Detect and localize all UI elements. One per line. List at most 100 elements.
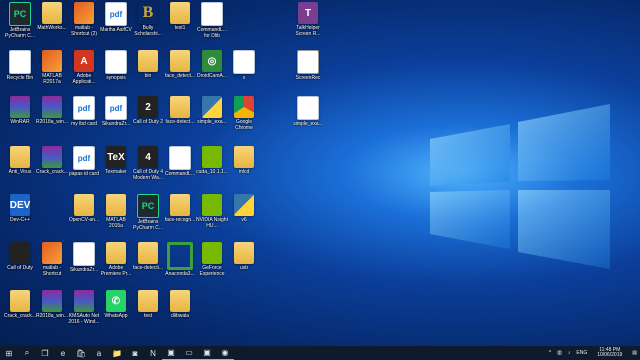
desktop-icon-image — [201, 2, 223, 26]
desktop-icon-image: TeX — [106, 146, 126, 168]
desktop-icon[interactable]: pdf my lbd card — [68, 96, 100, 127]
camera-icon[interactable]: ◙ — [126, 346, 144, 360]
desktop-icon[interactable]: test — [132, 290, 164, 319]
task-view-icon[interactable]: ❐ — [36, 346, 54, 360]
file-explorer-2-icon[interactable]: ▭ — [180, 346, 198, 360]
tray-chevron-icon[interactable]: ^ — [546, 350, 554, 356]
desktop-icon-image — [170, 290, 190, 312]
desktop-icon[interactable]: 4 Call of Duty 4 Modern Wa... — [132, 146, 164, 181]
screenrec-taskbar-icon[interactable]: ▣ — [198, 346, 216, 360]
desktop-icon[interactable]: usb — [228, 242, 260, 271]
desktop-icon[interactable]: matlab - Shortcut — [36, 242, 68, 277]
desktop-icon[interactable]: pdf SikundraZr... — [100, 96, 132, 127]
amazon-icon[interactable]: a — [90, 346, 108, 360]
desktop-icon-label: face_detect... — [164, 73, 196, 79]
desktop-icon-image: PC — [9, 2, 31, 26]
desktop-icon-label: face-recogn... — [164, 217, 196, 223]
desktop-icon-label: Bully Scholarshi... — [134, 25, 162, 37]
chrome-taskbar-icon[interactable]: ◉ — [216, 346, 234, 360]
desktop-icon[interactable]: pdf Mariha AsifCV — [100, 2, 132, 33]
desktop-icon[interactable]: Call of Duty — [4, 242, 36, 271]
desktop-icon[interactable]: cuda_10.1.1... — [196, 146, 228, 175]
desktop-icon-image: pdf — [73, 146, 95, 170]
desktop-icon[interactable]: 2 Call of Duty 2 — [132, 96, 164, 125]
desktop-icon[interactable]: Adobe Premiere Pr... — [100, 242, 132, 277]
desktop-icon[interactable]: Google Chrome — [228, 96, 260, 131]
desktop-icon[interactable]: test1 — [164, 2, 196, 31]
search-icon[interactable]: ⌕ — [18, 346, 36, 360]
desktop-icon-image — [42, 242, 62, 264]
desktop-icon[interactable]: PC JetBrains PyCharm C... — [132, 194, 164, 231]
desktop-icon[interactable]: ScreenRec — [292, 50, 324, 81]
start-icon[interactable]: ⊞ — [0, 346, 18, 360]
file-explorer-icon[interactable]: 📁 — [108, 346, 126, 360]
notifications-icon[interactable]: ▤ — [629, 350, 640, 356]
desktop-icon-label: DroidCamA... — [196, 73, 227, 79]
desktop-icon[interactable]: Crack_crack... — [36, 146, 68, 175]
desktop-icon[interactable]: face-detecti... — [132, 242, 164, 271]
desktop-icon[interactable]: CommandL... for Dlib — [196, 2, 228, 39]
clock[interactable]: 11:48 PM 10/06/2019 — [590, 348, 629, 358]
desktop: PC JetBrains PyCharm C... MathWorks... matl… — [0, 0, 640, 346]
desktop-icon[interactable]: simple_exa... — [196, 96, 228, 125]
desktop-icon[interactable]: Crack_crack... — [4, 290, 36, 319]
desktop-icon-label: Recycle Bin — [6, 75, 34, 81]
desktop-icon[interactable]: A Adobe Applicati... — [68, 50, 100, 85]
desktop-icon[interactable]: B Bully Scholarshi... — [132, 2, 164, 37]
desktop-icon[interactable]: TeX Texmaker — [100, 146, 132, 175]
desktop-icon[interactable]: MathWorks... — [36, 2, 68, 31]
desktop-icon[interactable]: dlibwala — [164, 290, 196, 319]
netflix-icon[interactable]: N — [144, 346, 162, 360]
desktop-icon-image — [74, 194, 94, 216]
desktop-icon-label: papas id card — [68, 171, 100, 177]
desktop-icon[interactable]: KMSAuto Net 2016 - Wind... — [68, 290, 100, 325]
desktop-icon[interactable]: face-detect... — [164, 96, 196, 125]
desktop-icon[interactable]: ✆ WhatsApp — [100, 290, 132, 319]
desktop-icon-label: JetBrains PyCharm C... — [132, 219, 163, 231]
desktop-icon-label: simple_exa... — [197, 119, 227, 125]
desktop-icon[interactable]: mlcd — [228, 146, 260, 175]
desktop-icon[interactable]: OpenCV-an... — [68, 194, 100, 223]
edge-icon[interactable]: e — [54, 346, 72, 360]
desktop-icon[interactable]: T TalkHelper Screen R... — [292, 2, 324, 37]
desktop-icon[interactable]: synopsis — [100, 50, 132, 81]
desktop-icon[interactable]: simple_exa... — [292, 96, 324, 127]
network-icon[interactable]: ▥ — [554, 350, 565, 356]
desktop-icon-label: MATLAB R2017a — [42, 73, 62, 85]
pycharm-taskbar-icon[interactable]: ▣ — [162, 346, 180, 360]
desktop-icon-label: face-detecti... — [132, 265, 163, 271]
desktop-icon[interactable]: Anti_Virus — [4, 146, 36, 175]
desktop-icon[interactable]: matlab - Shortcut (2) — [68, 2, 100, 37]
store-icon[interactable]: 🛍 — [72, 346, 90, 360]
desktop-icon-image: pdf — [73, 96, 95, 120]
desktop-icon[interactable]: Anaconda3... — [164, 242, 196, 277]
desktop-icon-image — [42, 290, 62, 312]
desktop-icon[interactable]: DEV Dev-C++ — [4, 194, 36, 223]
desktop-icon[interactable]: SikundraZr... — [68, 242, 100, 273]
desktop-icon[interactable]: v6 — [228, 194, 260, 223]
desktop-icon[interactable]: R2018a_win... — [36, 96, 68, 125]
desktop-icon[interactable]: GeForce Experience — [196, 242, 228, 277]
desktop-icon[interactable]: x — [228, 50, 260, 81]
desktop-icon-image — [170, 2, 190, 24]
desktop-icon-label: Adobe Premiere Pr... — [100, 265, 132, 277]
desktop-icon-label: matlab - Shortcut — [42, 265, 62, 277]
desktop-icon[interactable]: face-recogn... — [164, 194, 196, 223]
desktop-icon[interactable]: MATLAB R2017a — [36, 50, 68, 85]
desktop-icon[interactable]: WinRAR — [4, 96, 36, 125]
desktop-icon[interactable]: bin — [132, 50, 164, 79]
desktop-icon[interactable]: R2018a_win... — [36, 290, 68, 319]
desktop-icon[interactable]: PC JetBrains PyCharm C... — [4, 2, 36, 39]
desktop-icon[interactable]: pdf papas id card — [68, 146, 100, 177]
desktop-icon[interactable]: MATLAB 2015a — [100, 194, 132, 229]
desktop-icon[interactable]: CommandL... — [164, 146, 196, 177]
volume-icon[interactable]: ♪ — [565, 350, 574, 356]
desktop-icon[interactable]: NVIDIA Nsight HU... — [196, 194, 228, 229]
desktop-icon[interactable]: face_detect... — [164, 50, 196, 79]
desktop-icon-label: SikundraZr... — [101, 121, 131, 127]
language-indicator[interactable]: ENG — [573, 350, 590, 356]
desktop-icon[interactable]: ◎ DroidCamA... — [196, 50, 228, 79]
desktop-icon-label: dlibwala — [170, 313, 190, 319]
desktop-icon[interactable]: Recycle Bin — [4, 50, 36, 81]
desktop-icon-image — [170, 96, 190, 118]
